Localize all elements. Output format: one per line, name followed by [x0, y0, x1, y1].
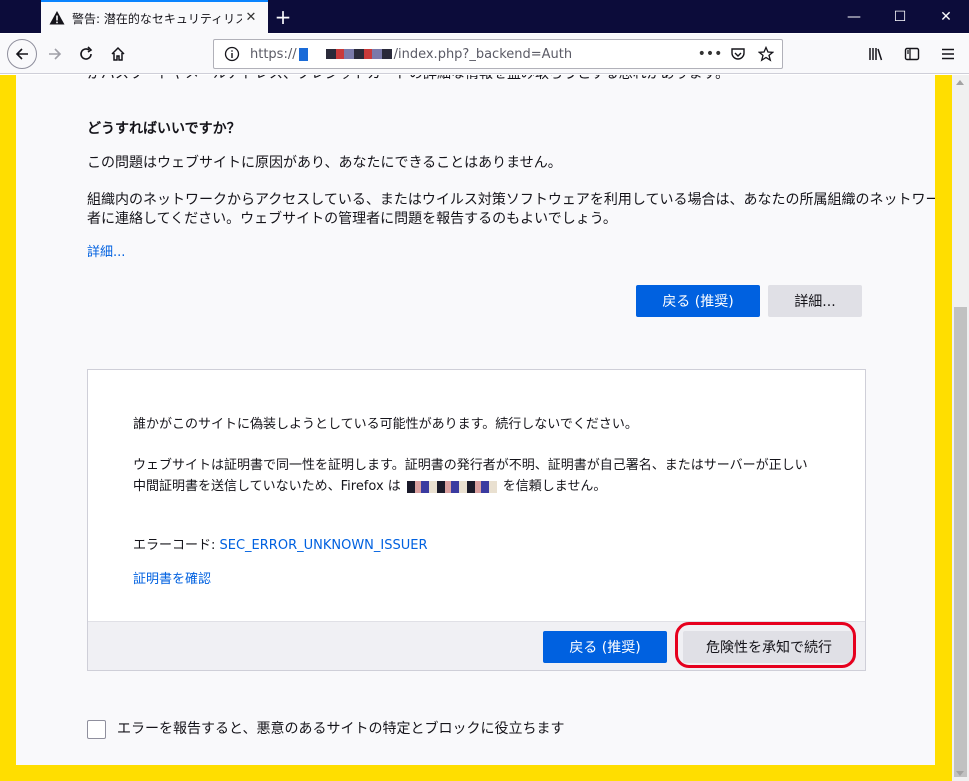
info-icon[interactable]	[222, 46, 242, 62]
red-highlight-annotation	[675, 622, 856, 668]
error-page: かパスワードやメールアドレス、クレジットカードの詳細な情報を盗み取ろうとする恐れ…	[16, 75, 935, 765]
reload-icon	[80, 46, 93, 60]
learn-more-link[interactable]: 詳細...	[87, 242, 125, 264]
report-error-label: エラーを報告すると、悪意のあるサイトの特定とブロックに役立ちます	[117, 721, 565, 737]
content-frame: かパスワードやメールアドレス、クレジットカードの詳細な情報を盗み取ろうとする恐れ…	[0, 75, 969, 781]
go-back-button-secondary[interactable]: 戻る (推奨)	[543, 631, 667, 663]
address-bar[interactable]: https:// /index.php?_backend=Auth •••	[213, 39, 783, 69]
error-code-label: エラーコード:	[133, 538, 220, 553]
back-button[interactable]	[7, 39, 37, 69]
what-to-do-heading: どうすればいいですか？	[87, 121, 241, 137]
risk-description-tail: かパスワードやメールアドレス、クレジットカードの詳細な情報を盗み取ろうとする恐れ…	[87, 75, 729, 85]
report-error-checkbox[interactable]	[87, 720, 106, 739]
impersonation-warning: 誰かがこのサイトに偽装しようとしている可能性があります。続行しないでください。	[133, 417, 638, 432]
warning-icon	[49, 11, 65, 25]
error-code-line: エラーコード: SEC_ERROR_UNKNOWN_ISSUER	[133, 536, 428, 556]
certificate-explanation: ウェブサイトは証明書で同一性を証明します。証明書の発行者が不明、証明書が自己署名…	[133, 458, 808, 473]
toolbar-right	[861, 39, 963, 69]
tab-title: 警告: 潜在的なセキュリティリスクあ	[72, 11, 242, 26]
scroll-down-icon[interactable]	[956, 771, 964, 776]
bookmark-star-icon[interactable]	[756, 44, 776, 64]
close-window-button[interactable]: ✕	[923, 0, 969, 33]
pocket-icon[interactable]	[728, 44, 748, 64]
page-actions: •••	[698, 44, 776, 64]
error-code-link[interactable]: SEC_ERROR_UNKNOWN_ISSUER	[220, 538, 428, 553]
url-text[interactable]: https:// /index.php?_backend=Auth	[250, 47, 572, 62]
problem-text: この問題はウェブサイトに原因があり、あなたにできることはありません。	[87, 155, 562, 171]
title-bar: 警告: 潜在的なセキュリティリスクあ ✕ + — ☐ ✕	[0, 0, 969, 34]
scroll-up-icon[interactable]	[956, 80, 964, 85]
url-scheme: https://	[250, 46, 297, 62]
new-tab-button[interactable]: +	[272, 6, 294, 28]
explanation-prefix: 中間証明書を送信していないため、Firefox は	[133, 479, 401, 494]
minimize-button[interactable]: —	[831, 0, 877, 33]
advanced-button[interactable]: 詳細...	[768, 285, 862, 317]
active-tab[interactable]: 警告: 潜在的なセキュリティリスクあ ✕	[41, 0, 268, 34]
menu-icon	[942, 48, 954, 60]
library-icon	[869, 48, 883, 61]
redacted-domain-mark	[298, 47, 308, 61]
redacted-domain-mark	[406, 481, 497, 493]
url-path: /index.php?_backend=Auth	[393, 46, 573, 62]
sidebar-icon	[904, 47, 920, 61]
advanced-panel: 誰かがこのサイトに偽装しようとしている可能性があります。続行しないでください。 …	[87, 369, 866, 671]
sidebar-button[interactable]	[897, 39, 927, 69]
menu-button[interactable]	[933, 39, 963, 69]
explanation-suffix: を信頼しません。	[502, 479, 607, 494]
window-controls: — ☐ ✕	[831, 0, 969, 33]
go-back-button[interactable]: 戻る (推奨)	[636, 285, 760, 317]
view-certificate-link[interactable]: 証明書を確認	[133, 570, 211, 590]
maximize-button[interactable]: ☐	[877, 0, 923, 33]
page-actions-icon[interactable]: •••	[698, 44, 723, 64]
scrollbar-thumb[interactable]	[954, 307, 967, 777]
forward-button[interactable]	[40, 39, 70, 69]
vertical-scrollbar[interactable]	[952, 75, 969, 781]
library-button[interactable]	[861, 39, 891, 69]
home-button[interactable]	[103, 39, 133, 69]
network-admin-text-cont: 者に連絡してください。ウェブサイトの管理者に問題を報告するのもよいでしょう。	[87, 211, 617, 227]
reload-button[interactable]	[71, 39, 101, 69]
home-icon	[111, 46, 125, 61]
panel-button-bar: 戻る (推奨) 危険性を承知で続行	[88, 621, 865, 670]
redacted-domain-mark	[325, 49, 392, 59]
forward-icon	[49, 48, 62, 60]
tab-close-icon[interactable]: ✕	[242, 9, 260, 27]
certificate-explanation-cont: 中間証明書を送信していないため、Firefox は を信頼しません。	[133, 477, 606, 497]
navigation-toolbar: https:// /index.php?_backend=Auth •••	[0, 34, 969, 74]
back-icon	[15, 48, 28, 60]
